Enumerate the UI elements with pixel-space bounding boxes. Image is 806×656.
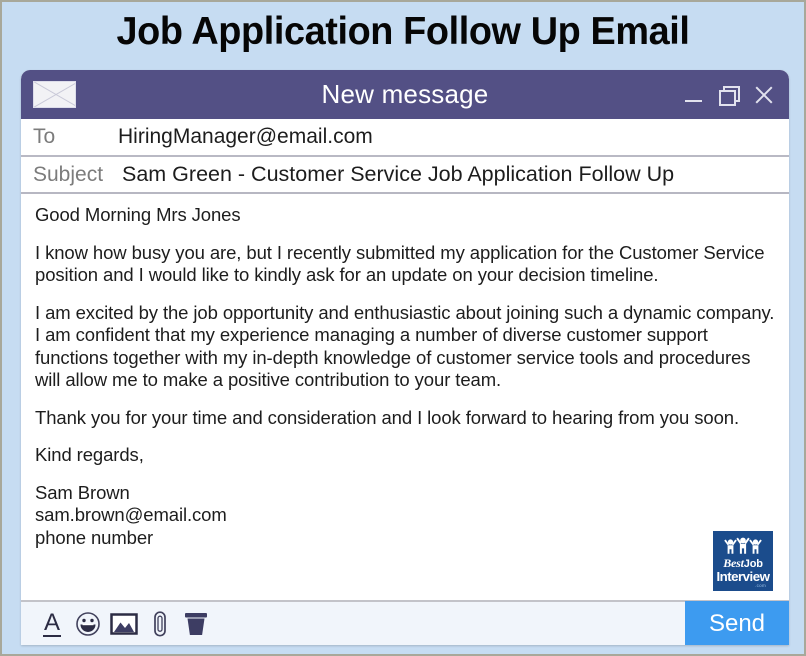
trash-glyph: [185, 612, 207, 635]
body-signature: Sam Brown sam.brown@email.com phone numb…: [35, 481, 227, 548]
body-paragraph-1: I know how busy you are, but I recently …: [35, 241, 765, 286]
paperclip-glyph: [154, 610, 166, 636]
body-paragraph-2: I am excited by the job opportunity and …: [35, 301, 775, 391]
attach-file-icon[interactable]: [142, 607, 178, 641]
compose-window: New message To HiringManager@email.com S…: [21, 70, 789, 645]
to-field-label: To: [33, 125, 56, 148]
insert-image-icon[interactable]: [106, 607, 142, 641]
restore-icon[interactable]: [718, 84, 740, 106]
body-greeting: Good Morning Mrs Jones: [35, 204, 241, 225]
subject-field-value[interactable]: Sam Green - Customer Service Job Applica…: [122, 162, 674, 187]
envelope-icon: [33, 81, 76, 108]
subject-field-row[interactable]: Subject Sam Green - Customer Service Job…: [21, 157, 789, 194]
best-job-interview-logo: BestJob Interview .com: [713, 531, 773, 591]
emoji-glyph: [76, 611, 100, 636]
compose-window-title: New message: [321, 79, 489, 109]
body-paragraph-3: Thank you for your time and consideratio…: [35, 406, 740, 428]
emoji-icon[interactable]: [70, 607, 106, 641]
image-glyph: [110, 612, 138, 635]
celebrating-people-icon: [724, 537, 762, 554]
send-button[interactable]: Send: [685, 601, 789, 645]
body-sign-off: Kind regards,: [35, 444, 144, 465]
close-icon[interactable]: [753, 84, 775, 106]
compose-titlebar[interactable]: New message: [21, 70, 789, 119]
window-controls: [683, 84, 775, 106]
message-body[interactable]: Good Morning Mrs Jones I know how busy y…: [21, 194, 789, 600]
logo-interview-word: Interview: [716, 569, 770, 584]
delete-icon[interactable]: [178, 607, 214, 641]
format-text-letter: A: [42, 608, 61, 637]
logo-best-word: Best: [723, 556, 744, 570]
page-title: Job Application Follow Up Email: [116, 10, 690, 53]
to-field-value[interactable]: HiringManager@email.com: [118, 125, 373, 149]
to-field-row[interactable]: To HiringManager@email.com: [21, 119, 789, 157]
subject-field-label: Subject: [33, 162, 104, 186]
compose-toolbar: A Send: [21, 600, 789, 645]
format-text-icon[interactable]: A: [34, 607, 70, 641]
minimize-icon[interactable]: [683, 84, 705, 106]
page-heading: Job Application Follow Up Email: [2, 2, 804, 64]
